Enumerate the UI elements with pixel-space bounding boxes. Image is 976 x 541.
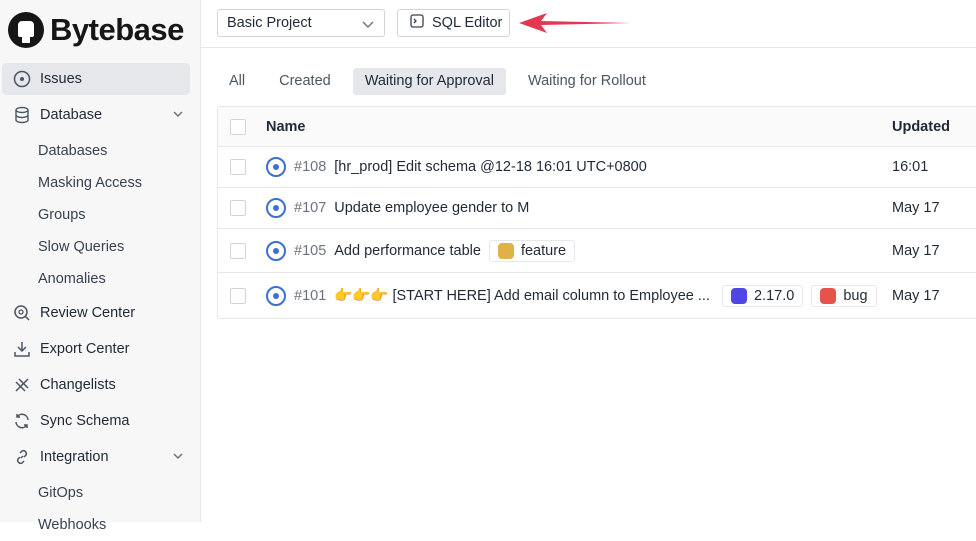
project-select[interactable]: Basic Project: [217, 9, 385, 37]
sidebar-item-database[interactable]: Database: [2, 99, 190, 131]
column-header-name: Name: [266, 118, 306, 135]
sidebar-item-label: Integration: [40, 449, 109, 465]
label-text: bug: [843, 287, 868, 304]
issue-tabs: All Created Waiting for Approval Waiting…: [217, 68, 658, 95]
sidebar-item-integration[interactable]: Integration: [2, 441, 190, 473]
tab-waiting-for-rollout[interactable]: Waiting for Rollout: [516, 68, 658, 95]
sidebar-item-issues[interactable]: Issues: [2, 63, 190, 95]
sidebar-item-review-center[interactable]: Review Center: [2, 297, 190, 329]
sidebar-item-label: Review Center: [40, 305, 136, 321]
issue-status-icon: [266, 240, 286, 261]
issue-table: Name Updated #108 [hr_prod] Edit schema …: [217, 106, 976, 319]
sidebar-item-export-center[interactable]: Export Center: [2, 333, 190, 365]
issue-updated: May 17: [892, 287, 940, 304]
select-all-checkbox[interactable]: [230, 118, 246, 135]
issue-updated: May 17: [892, 200, 940, 216]
sync-icon: [12, 411, 32, 431]
table-row[interactable]: #108 [hr_prod] Edit schema @12-18 16:01 …: [218, 147, 976, 188]
download-icon: [12, 339, 32, 359]
sidebar-item-sync-schema[interactable]: Sync Schema: [2, 405, 190, 437]
red-arrow-annotation: [517, 9, 637, 42]
row-checkbox[interactable]: [230, 287, 246, 304]
sidebar-item-changelists[interactable]: Changelists: [2, 369, 190, 401]
database-icon: [12, 105, 32, 125]
logo-text: Bytebase: [50, 12, 184, 47]
review-icon: [12, 303, 32, 323]
issue-number: #107: [294, 200, 327, 216]
row-checkbox[interactable]: [230, 200, 246, 216]
issue-label: feature: [488, 239, 576, 262]
issue-title[interactable]: Update employee gender to M: [334, 200, 529, 216]
chevron-down-icon: [362, 18, 374, 34]
table-row[interactable]: #107 Update employee gender to M May 17: [218, 188, 976, 229]
issue-title[interactable]: 👉👉👉 [START HERE] Add email column to Emp…: [334, 287, 710, 304]
issues-icon: [12, 69, 32, 89]
sidebar-item-label: Changelists: [40, 377, 116, 393]
tab-waiting-for-approval[interactable]: Waiting for Approval: [352, 68, 506, 95]
issue-status-icon: [266, 157, 286, 177]
sidebar-item-label: Sync Schema: [40, 413, 130, 429]
label-text: feature: [520, 242, 567, 259]
sidebar-item-webhooks[interactable]: Webhooks: [0, 509, 200, 541]
label-text: 2.17.0: [753, 287, 795, 304]
issue-label: bug: [811, 284, 877, 307]
sidebar-item-groups[interactable]: Groups: [0, 199, 200, 231]
issue-number: #101: [294, 287, 327, 304]
terminal-icon: [410, 14, 424, 32]
row-checkbox[interactable]: [230, 159, 246, 175]
table-header: Name Updated: [218, 107, 976, 147]
sidebar-item-gitops[interactable]: GitOps: [0, 477, 200, 509]
sidebar-item-label: Issues: [40, 71, 82, 87]
sql-editor-button[interactable]: SQL Editor: [397, 9, 510, 37]
sidebar-item-slow-queries[interactable]: Slow Queries: [0, 231, 200, 263]
table-row[interactable]: #101 👉👉👉 [START HERE] Add email column t…: [218, 273, 976, 318]
chevron-down-icon[interactable]: [172, 108, 184, 124]
column-header-updated: Updated: [892, 118, 950, 135]
issue-title[interactable]: [hr_prod] Edit schema @12-18 16:01 UTC+0…: [334, 159, 647, 175]
issue-title[interactable]: Add performance table: [334, 243, 481, 259]
bytebase-logo-icon: [8, 12, 44, 48]
row-checkbox[interactable]: [230, 242, 246, 259]
top-bar: Basic Project SQL Editor: [201, 0, 976, 48]
sidebar-item-label: Database: [40, 107, 103, 123]
link-icon: [12, 447, 32, 467]
changelist-icon: [12, 375, 32, 395]
sidebar-item-masking-access[interactable]: Masking Access: [0, 167, 200, 199]
sidebar-nav: Issues Database Databases Masking Access…: [0, 63, 200, 541]
issue-number: #105: [294, 242, 327, 259]
sidebar-item-anomalies[interactable]: Anomalies: [0, 263, 200, 295]
chevron-down-icon[interactable]: [172, 450, 184, 466]
issue-status-icon: [266, 198, 286, 218]
label-color-swatch: [820, 287, 837, 304]
table-row[interactable]: #105 Add performance table feature May 1…: [218, 229, 976, 273]
sql-editor-label: SQL Editor: [432, 15, 503, 31]
issue-status-icon: [266, 285, 286, 306]
bytebase-logo[interactable]: Bytebase: [8, 12, 184, 48]
label-color-swatch: [497, 242, 514, 259]
project-select-value: Basic Project: [227, 15, 312, 31]
tab-all[interactable]: All: [217, 68, 257, 95]
issue-updated: May 17: [892, 242, 940, 259]
issue-label: 2.17.0: [721, 284, 804, 307]
sidebar-item-databases[interactable]: Databases: [0, 135, 200, 167]
issue-number: #108: [294, 159, 327, 175]
label-color-swatch: [730, 287, 747, 304]
sidebar-item-label: Export Center: [40, 341, 130, 357]
tab-created[interactable]: Created: [267, 68, 343, 95]
sidebar: Bytebase Issues Database Databases Maski…: [0, 0, 201, 533]
issue-updated: 16:01: [892, 159, 929, 175]
